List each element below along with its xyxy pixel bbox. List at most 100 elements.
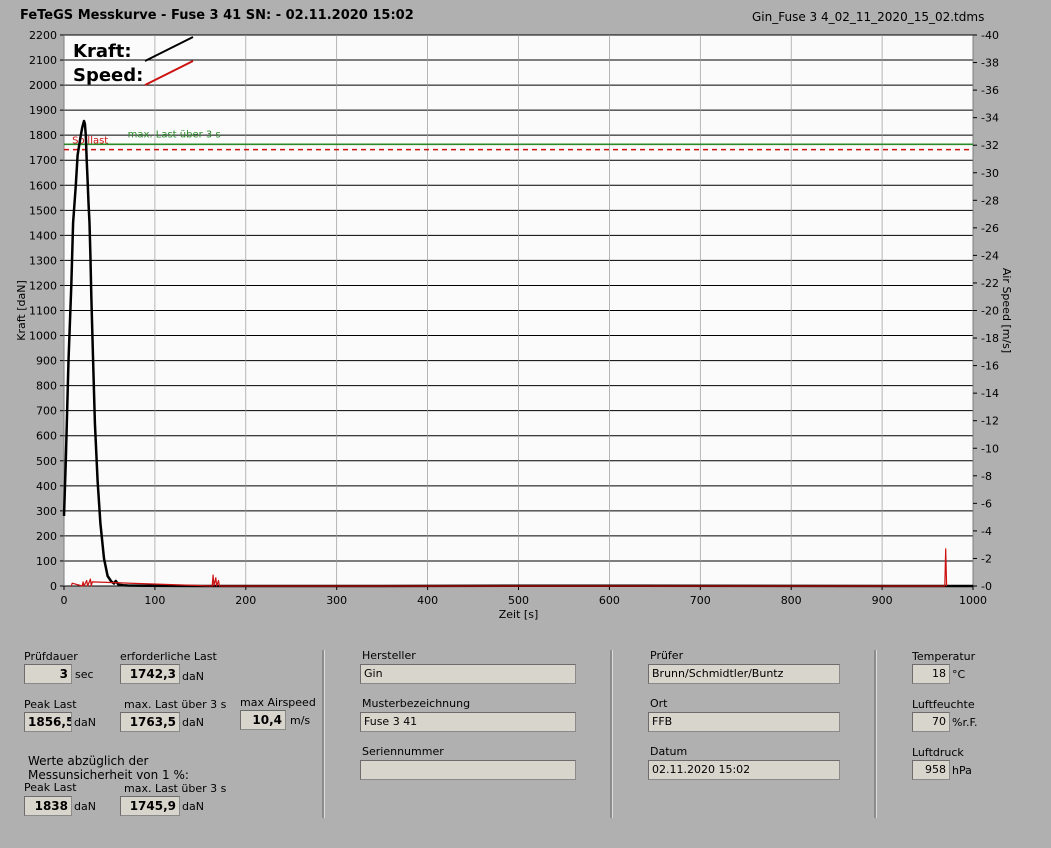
druck-unit: hPa: [952, 764, 972, 777]
pruefdauer-label: Prüfdauer: [24, 650, 78, 663]
x-tick-label: 1000: [959, 594, 987, 607]
y2-tick-label: -38: [981, 57, 999, 70]
peak2-unit: daN: [74, 800, 96, 813]
y-tick-label: 900: [36, 355, 57, 368]
y-tick-label: 100: [36, 555, 57, 568]
y-tick-label: 800: [36, 380, 57, 393]
uncertainty-note-line2: Messunsicherheit von 1 %:: [28, 768, 189, 782]
max-last-field: 1763,5: [120, 712, 180, 732]
temp-label: Temperatur: [912, 650, 976, 663]
y2-tick-label: -10: [981, 442, 999, 455]
max2-field: 1745,9: [120, 796, 180, 816]
y-tick-label: 2100: [29, 54, 57, 67]
y-tick-label: 1500: [29, 204, 57, 217]
serien-label: Seriennummer: [362, 745, 444, 758]
druck-label: Luftdruck: [912, 746, 964, 759]
ort-label: Ort: [650, 697, 668, 710]
y-tick-label: 1900: [29, 104, 57, 117]
force-speed-chart: 0100200300400500600700800900100011001200…: [15, 29, 1013, 621]
muster-label: Musterbezeichnung: [362, 697, 471, 710]
max-last-unit: daN: [182, 716, 204, 729]
max-last-annotation: max. Last über 3 s: [128, 129, 221, 140]
peak2-label: Peak Last: [24, 781, 77, 794]
y2-tick-label: -28: [981, 194, 999, 207]
solllast-annotation: Solllast: [72, 136, 108, 147]
separator-1: [322, 650, 325, 818]
y-tick-label: 400: [36, 480, 57, 493]
y-tick-label: 1200: [29, 279, 57, 292]
y2-tick-label: -36: [981, 84, 999, 97]
x-tick-label: 400: [417, 594, 438, 607]
feuchte-unit: %r.F.: [952, 716, 978, 729]
x-tick-label: 700: [690, 594, 711, 607]
y2-tick-label: -26: [981, 222, 999, 235]
max2-unit: daN: [182, 800, 204, 813]
legend-speed-label: Speed:: [73, 65, 143, 86]
hersteller-field[interactable]: Gin: [360, 664, 576, 684]
y2-tick-label: -8: [981, 470, 992, 483]
y-tick-label: 1400: [29, 229, 57, 242]
pruefer-label: Prüfer: [650, 649, 684, 662]
max-airspeed-field: 10,4: [240, 710, 286, 730]
ort-field[interactable]: FFB: [648, 712, 840, 732]
pruefdauer-field: 3: [24, 664, 72, 684]
y-tick-label: 0: [50, 580, 57, 593]
x-axis-label: Zeit [s]: [499, 608, 538, 621]
y2-tick-label: -2: [981, 552, 992, 565]
y2-tick-label: -40: [981, 29, 999, 42]
y-tick-label: 600: [36, 430, 57, 443]
x-tick-label: 300: [326, 594, 347, 607]
peak-last-field: 1856,5: [24, 712, 72, 732]
y-tick-label: 1800: [29, 129, 57, 142]
x-tick-label: 600: [599, 594, 620, 607]
peak-last-label: Peak Last: [24, 698, 77, 711]
separator-3: [874, 650, 877, 818]
datum-field[interactable]: 02.11.2020 15:02: [648, 760, 840, 780]
erf-last-label: erforderliche Last: [120, 650, 217, 663]
y2-tick-label: -30: [981, 167, 999, 180]
y-tick-label: 2200: [29, 29, 57, 42]
y-tick-label: 1600: [29, 179, 57, 192]
x-tick-label: 800: [781, 594, 802, 607]
y2-tick-label: -0: [981, 580, 992, 593]
uncertainty-note-line1: Werte abzüglich der: [28, 754, 149, 768]
feuchte-field: 70: [912, 712, 950, 732]
y2-tick-label: -20: [981, 305, 999, 318]
hersteller-label: Hersteller: [362, 649, 416, 662]
x-tick-label: 200: [235, 594, 256, 607]
x-tick-label: 500: [508, 594, 529, 607]
y-tick-label: 200: [36, 530, 57, 543]
pruefer-field[interactable]: Brunn/Schmidtler/Buntz: [648, 664, 840, 684]
max2-label: max. Last über 3 s: [124, 782, 227, 795]
y2-tick-label: -16: [981, 360, 999, 373]
peak2-field: 1838: [24, 796, 72, 816]
y2-tick-label: -32: [981, 139, 999, 152]
peak-last-unit: daN: [74, 716, 96, 729]
max-airspeed-label: max Airspeed: [240, 696, 316, 709]
y-tick-label: 700: [36, 405, 57, 418]
druck-field: 958: [912, 760, 950, 780]
max-airspeed-unit: m/s: [290, 714, 311, 727]
x-tick-label: 900: [872, 594, 893, 607]
y-tick-label: 2000: [29, 79, 57, 92]
y-tick-label: 1700: [29, 154, 57, 167]
y2-tick-label: -24: [981, 249, 999, 262]
separator-2: [610, 650, 613, 818]
datum-label: Datum: [650, 745, 688, 758]
y2-tick-label: -4: [981, 525, 992, 538]
y2-tick-label: -18: [981, 332, 999, 345]
erf-last-field: 1742,3: [120, 664, 180, 684]
serien-field[interactable]: [360, 760, 576, 780]
feuchte-label: Luftfeuchte: [912, 698, 975, 711]
muster-field[interactable]: Fuse 3 41: [360, 712, 576, 732]
erf-last-unit: daN: [182, 670, 204, 683]
y2-axis-label: Air Speed [m/s]: [1000, 268, 1013, 353]
y-tick-label: 1000: [29, 330, 57, 343]
y-axis-label: Kraft [daN]: [15, 280, 28, 341]
y-tick-label: 1300: [29, 254, 57, 267]
temp-unit: °C: [952, 668, 966, 681]
y-tick-label: 500: [36, 455, 57, 468]
y2-tick-label: -12: [981, 415, 999, 428]
pruefdauer-unit: sec: [75, 668, 94, 681]
y2-tick-label: -14: [981, 387, 999, 400]
